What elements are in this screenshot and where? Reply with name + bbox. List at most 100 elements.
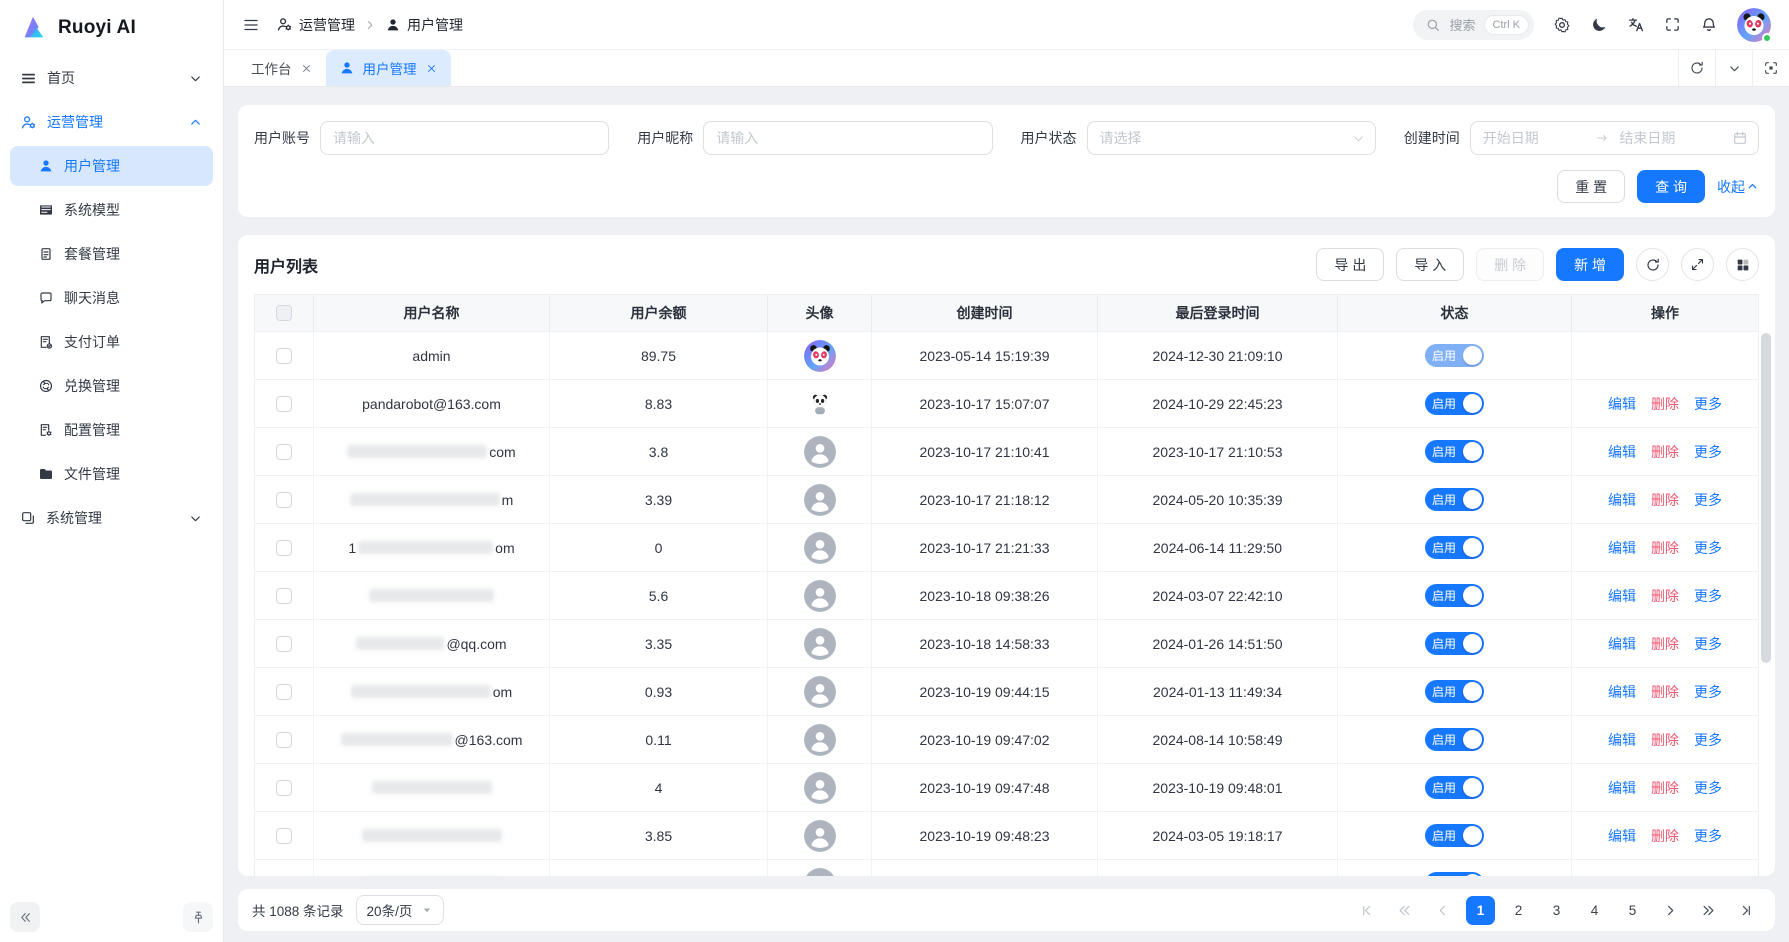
edit-link[interactable]: 编辑 <box>1608 490 1636 510</box>
more-link[interactable]: 更多 <box>1694 538 1722 558</box>
delete-link[interactable]: 删除 <box>1651 682 1679 702</box>
more-link[interactable]: 更多 <box>1694 442 1722 462</box>
previous-page-button[interactable] <box>1428 896 1457 925</box>
row-checkbox[interactable] <box>276 636 292 652</box>
edit-link[interactable]: 编辑 <box>1608 394 1636 414</box>
row-checkbox[interactable] <box>276 876 292 877</box>
first-page-button[interactable] <box>1352 896 1381 925</box>
page-button-1[interactable]: 1 <box>1466 896 1495 925</box>
page-size-select[interactable]: 20条/页 <box>356 895 445 925</box>
refresh-table-button[interactable] <box>1636 248 1669 281</box>
edit-link[interactable]: 编辑 <box>1608 538 1636 558</box>
status-toggle[interactable]: 启用 <box>1425 392 1484 415</box>
status-toggle[interactable]: 启用 <box>1425 680 1484 703</box>
edit-link[interactable]: 编辑 <box>1608 442 1636 462</box>
next-page-button[interactable] <box>1656 896 1685 925</box>
expand-table-button[interactable] <box>1681 248 1714 281</box>
date-range-picker[interactable]: 开始日期 结束日期 <box>1470 121 1759 155</box>
sidebar-subitem[interactable]: 系统模型 <box>10 190 213 230</box>
edit-link[interactable]: 编辑 <box>1608 778 1636 798</box>
sidebar-subitem[interactable]: 文件管理 <box>10 454 213 494</box>
page-button-3[interactable]: 3 <box>1542 896 1571 925</box>
sidebar-subitem[interactable]: 支付订单 <box>10 322 213 362</box>
more-link[interactable]: 更多 <box>1694 778 1722 798</box>
pin-sidebar-button[interactable] <box>183 902 213 932</box>
status-toggle[interactable]: 启用 <box>1425 728 1484 751</box>
edit-link[interactable]: 编辑 <box>1608 826 1636 846</box>
row-checkbox[interactable] <box>276 396 292 412</box>
delete-link[interactable]: 删除 <box>1651 826 1679 846</box>
column-settings-button[interactable] <box>1726 248 1759 281</box>
page-button-5[interactable]: 5 <box>1618 896 1647 925</box>
content-fullscreen-button[interactable] <box>1752 50 1789 86</box>
edit-link[interactable]: 编辑 <box>1608 634 1636 654</box>
edit-link[interactable]: 编辑 <box>1608 682 1636 702</box>
notifications-button[interactable] <box>1700 16 1718 34</box>
tab-workbench[interactable]: 工作台 <box>238 50 326 86</box>
status-toggle[interactable]: 启用 <box>1425 344 1484 367</box>
status-select[interactable] <box>1087 121 1376 155</box>
sidebar-subitem[interactable]: 配置管理 <box>10 410 213 450</box>
status-toggle[interactable]: 启用 <box>1425 488 1484 511</box>
row-checkbox[interactable] <box>276 348 292 364</box>
jump-forward-button[interactable] <box>1694 896 1723 925</box>
table-scrollbar[interactable] <box>1761 333 1772 873</box>
export-button[interactable]: 导 出 <box>1316 248 1384 281</box>
more-link[interactable]: 更多 <box>1694 634 1722 654</box>
toggle-sidebar-button[interactable] <box>242 16 260 34</box>
delete-link[interactable]: 删除 <box>1651 490 1679 510</box>
sidebar-subitem[interactable]: 用户管理 <box>10 146 213 186</box>
delete-link[interactable]: 删除 <box>1651 874 1679 877</box>
sidebar-item[interactable]: 运营管理 <box>10 102 213 142</box>
select-all-checkbox[interactable] <box>276 305 292 321</box>
sidebar-item[interactable]: 系统管理 <box>10 498 213 538</box>
collapse-filters-button[interactable]: 收起 <box>1717 177 1759 197</box>
delete-button[interactable]: 删 除 <box>1476 248 1544 281</box>
status-toggle[interactable]: 启用 <box>1425 872 1484 876</box>
status-toggle[interactable]: 启用 <box>1425 440 1484 463</box>
row-checkbox[interactable] <box>276 492 292 508</box>
more-link[interactable]: 更多 <box>1694 730 1722 750</box>
tab-menu-button[interactable] <box>1715 50 1752 86</box>
status-toggle[interactable]: 启用 <box>1425 776 1484 799</box>
sidebar-subitem[interactable]: 聊天消息 <box>10 278 213 318</box>
row-checkbox[interactable] <box>276 828 292 844</box>
edit-link[interactable]: 编辑 <box>1608 730 1636 750</box>
row-checkbox[interactable] <box>276 732 292 748</box>
more-link[interactable]: 更多 <box>1694 586 1722 606</box>
status-toggle[interactable]: 启用 <box>1425 632 1484 655</box>
row-checkbox[interactable] <box>276 540 292 556</box>
tab-user-management[interactable]: 用户管理 <box>326 50 451 86</box>
status-toggle[interactable]: 启用 <box>1425 824 1484 847</box>
collapse-sidebar-button[interactable] <box>10 902 40 932</box>
breadcrumb-operations[interactable]: 运营管理 <box>276 15 355 35</box>
row-checkbox[interactable] <box>276 588 292 604</box>
more-link[interactable]: 更多 <box>1694 682 1722 702</box>
nickname-input[interactable] <box>703 121 992 155</box>
sidebar-item[interactable]: 首页 <box>10 58 213 98</box>
more-link[interactable]: 更多 <box>1694 874 1722 877</box>
account-input[interactable] <box>320 121 609 155</box>
row-checkbox[interactable] <box>276 684 292 700</box>
edit-link[interactable]: 编辑 <box>1608 874 1636 877</box>
delete-link[interactable]: 删除 <box>1651 730 1679 750</box>
status-toggle[interactable]: 启用 <box>1425 584 1484 607</box>
delete-link[interactable]: 删除 <box>1651 394 1679 414</box>
jump-back-button[interactable] <box>1390 896 1419 925</box>
row-checkbox[interactable] <box>276 780 292 796</box>
edit-link[interactable]: 编辑 <box>1608 586 1636 606</box>
delete-link[interactable]: 删除 <box>1651 634 1679 654</box>
page-button-4[interactable]: 4 <box>1580 896 1609 925</box>
more-link[interactable]: 更多 <box>1694 826 1722 846</box>
query-button[interactable]: 查 询 <box>1637 170 1705 203</box>
language-button[interactable] <box>1627 16 1645 34</box>
close-icon[interactable] <box>425 62 438 75</box>
import-button[interactable]: 导 入 <box>1396 248 1464 281</box>
close-icon[interactable] <box>300 62 313 75</box>
delete-link[interactable]: 删除 <box>1651 586 1679 606</box>
refresh-page-button[interactable] <box>1678 50 1715 86</box>
sidebar-subitem[interactable]: 套餐管理 <box>10 234 213 274</box>
sidebar-subitem[interactable]: 兑换管理 <box>10 366 213 406</box>
reset-button[interactable]: 重 置 <box>1557 170 1625 203</box>
dark-mode-button[interactable] <box>1590 16 1608 34</box>
